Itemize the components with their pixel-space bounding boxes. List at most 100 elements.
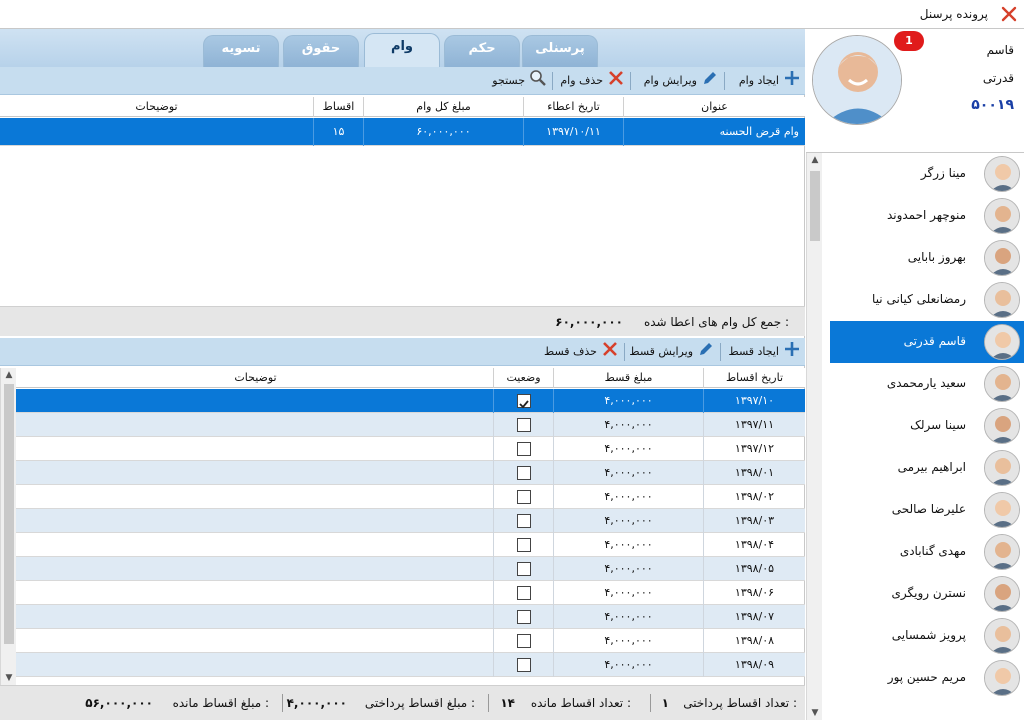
personnel-panel: قاسم قدرتی ۵۰۰۱۹ 1 مینا زرگر منوچهر احمدو… [806,29,1024,720]
paid-count: ۱ [661,696,669,710]
col-date[interactable]: تاریخ اعطاء [523,97,623,117]
personnel-scrollbar[interactable]: ▲ ▼ [806,153,822,720]
profile-personnel-id: ۵۰۰۱۹ [971,97,1014,113]
profile-last-name: قدرتی [982,71,1014,85]
tab-salary[interactable]: حقوق [283,35,359,67]
loan-table-header: عنوان تاریخ اعطاء مبلغ کل وام اقساط توضی… [0,97,805,117]
paid-checkbox[interactable] [516,562,531,576]
col-installments[interactable]: اقساط [313,97,363,117]
installment-scrollbar[interactable]: ▲ ▼ [0,368,16,685]
paid-amount-label: مبلغ اقساط پرداختی : [364,696,475,710]
col-amount[interactable]: مبلغ کل وام [363,97,523,117]
personnel-list-item[interactable]: مینا زرگر [830,153,1024,195]
pencil-icon [701,69,719,94]
paid-checkbox[interactable] [516,610,531,624]
personnel-name: منوچهر احمدوند [886,208,966,222]
paid-checkbox[interactable] [516,466,531,480]
edit-installment-button[interactable]: ویرایش قسط [629,342,715,362]
tab-decree[interactable]: حکم [444,35,520,67]
remaining-count: ۱۴ [500,696,515,710]
personnel-list-item[interactable]: علیرضا صالحی [830,489,1024,531]
col-installment-date[interactable]: تاریخ اقساط [703,368,805,388]
edit-loan-button[interactable]: ویرایش وام [644,71,719,91]
personnel-list-item[interactable]: نسترن رویگری [830,573,1024,615]
create-loan-button[interactable]: ایجاد وام [739,70,801,91]
loan-total-label: جمع کل وام های اعطا شده : [643,315,789,329]
personnel-list-item[interactable]: رمضانعلی کیانی نیا [830,279,1024,321]
paid-checkbox[interactable] [516,658,531,672]
table-row[interactable]: ۱۳۹۷/۱۰ ۴,۰۰۰,۰۰۰ [0,389,805,413]
x-icon [607,69,625,94]
table-row[interactable]: وام قرض الحسنه ۱۳۹۷/۱۰/۱۱ ۶۰,۰۰۰,۰۰۰ ۱۵ [0,118,805,146]
avatar [984,618,1020,654]
col-status[interactable]: وضعیت [493,368,553,388]
tab-settlement[interactable]: تسویه [203,35,279,67]
personnel-name: علیرضا صالحی [891,502,966,516]
avatar [984,324,1020,360]
delete-installment-button[interactable]: حذف قسط [544,340,619,365]
personnel-list-item[interactable]: بهروز بابایی [830,237,1024,279]
table-row[interactable]: ۱۳۹۷/۱۱ ۴,۰۰۰,۰۰۰ [0,413,805,437]
personnel-name: مهدی گنابادی [899,544,966,558]
table-row[interactable]: ۱۳۹۸/۰۷ ۴,۰۰۰,۰۰۰ [0,605,805,629]
col-notes[interactable]: توضیحات [0,97,313,117]
table-row[interactable]: ۱۳۹۷/۱۲ ۴,۰۰۰,۰۰۰ [0,437,805,461]
loan-summary-bar: جمع کل وام های اعطا شده : ۶۰,۰۰۰,۰۰۰ [0,306,805,336]
table-row[interactable]: ۱۳۹۸/۰۸ ۴,۰۰۰,۰۰۰ [0,629,805,653]
tab-loan[interactable]: وام [364,33,440,67]
pencil-icon [697,340,715,365]
loan-toolbar: ایجاد وام ویرایش وام حذف وام جستجو [0,67,805,95]
personnel-name: مینا زرگر [920,166,966,180]
paid-checkbox[interactable] [516,514,531,528]
col-title[interactable]: عنوان [623,97,805,117]
personnel-list-item[interactable]: مریم حسین پور [830,657,1024,699]
plus-icon [783,340,801,365]
personnel-list-item[interactable]: ابراهیم بیرمی [830,447,1024,489]
personnel-name: ابراهیم بیرمی [897,460,966,474]
personnel-name: سینا سرلک [910,418,966,432]
table-row[interactable]: ۱۳۹۸/۰۱ ۴,۰۰۰,۰۰۰ [0,461,805,485]
paid-checkbox[interactable] [516,586,531,600]
x-icon [601,340,619,365]
avatar [984,450,1020,486]
checkmark-icon [518,400,529,409]
paid-checkbox[interactable] [516,538,531,552]
personnel-list-item[interactable]: مهدی گنابادی [830,531,1024,573]
personnel-name: مریم حسین پور [887,670,966,684]
notification-badge[interactable]: 1 [894,31,924,51]
col-installment-amount[interactable]: مبلغ قسط [553,368,703,388]
profile-first-name: قاسم [986,43,1014,57]
loan-total-value: ۶۰,۰۰۰,۰۰۰ [555,315,623,329]
personnel-list-item[interactable]: قاسم قدرتی [830,321,1024,363]
personnel-list-item[interactable]: سعید یارمحمدی [830,363,1024,405]
personnel-list-item[interactable]: سینا سرلک [830,405,1024,447]
table-row[interactable]: ۱۳۹۸/۰۹ ۴,۰۰۰,۰۰۰ [0,653,805,677]
table-row[interactable]: ۱۳۹۸/۰۶ ۴,۰۰۰,۰۰۰ [0,581,805,605]
personnel-name: سعید یارمحمدی [886,376,966,390]
table-row[interactable]: ۱۳۹۸/۰۲ ۴,۰۰۰,۰۰۰ [0,485,805,509]
create-installment-button[interactable]: ایجاد قسط [729,340,801,365]
personnel-name: نسترن رویگری [891,586,966,600]
table-row[interactable]: ۱۳۹۸/۰۴ ۴,۰۰۰,۰۰۰ [0,533,805,557]
title-bar: پرونده پرسنل [0,0,1024,29]
tab-personnel[interactable]: پرسنلی [522,35,598,67]
personnel-list-item[interactable]: پرویز شمسایی [830,615,1024,657]
avatar [984,240,1020,276]
paid-checkbox[interactable] [516,418,531,432]
magnifier-icon [529,69,547,94]
personnel-list-item[interactable]: منوچهر احمدوند [830,195,1024,237]
delete-loan-button[interactable]: حذف وام [560,69,625,94]
paid-checkbox[interactable] [516,442,531,456]
personnel-name: پرویز شمسایی [891,628,966,642]
remaining-amount: ۵۶,۰۰۰,۰۰۰ [85,696,153,710]
tab-strip: پرسنلی حکم وام حقوق تسویه [0,29,805,67]
col-installment-notes[interactable]: توضیحات [18,368,493,388]
table-row[interactable]: ۱۳۹۸/۰۵ ۴,۰۰۰,۰۰۰ [0,557,805,581]
close-icon[interactable] [1000,5,1018,23]
search-button[interactable]: جستجو [492,69,547,94]
paid-checkbox[interactable] [516,490,531,504]
paid-checkbox[interactable] [516,394,531,409]
paid-checkbox[interactable] [516,634,531,648]
profile-avatar[interactable] [812,35,902,125]
table-row[interactable]: ۱۳۹۸/۰۳ ۴,۰۰۰,۰۰۰ [0,509,805,533]
